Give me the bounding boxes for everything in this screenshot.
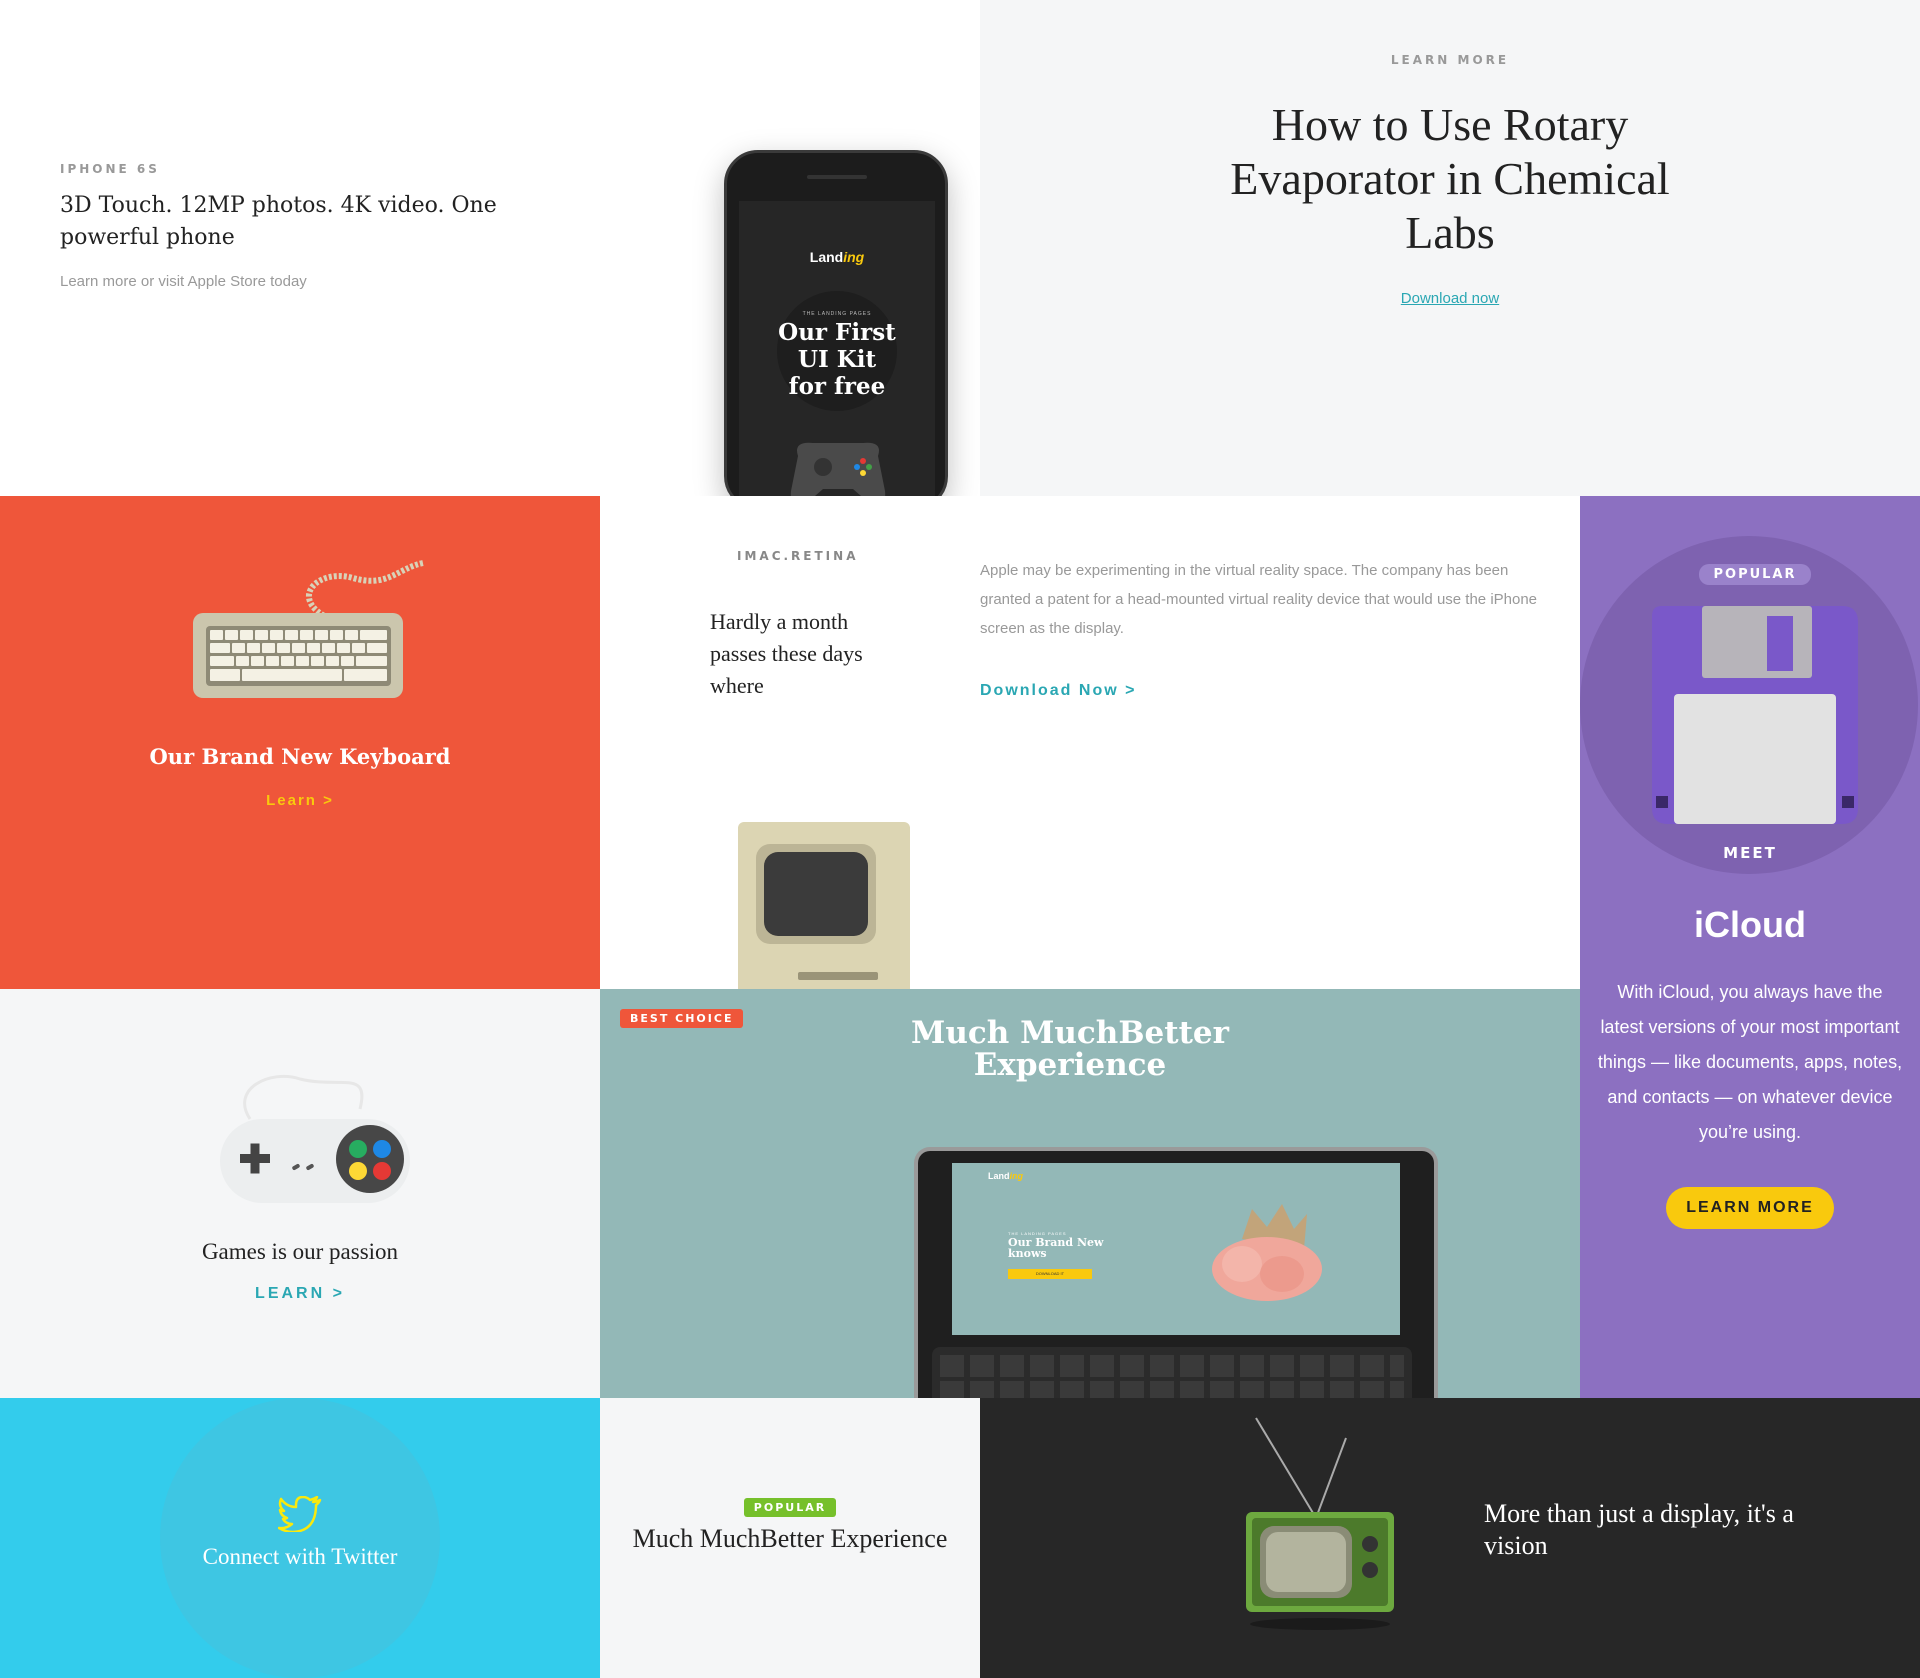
icloud-badge-wrap: POPULAR [1695, 564, 1815, 585]
games-card: Games is our passion LEARN > [0, 989, 600, 1398]
icloud-button-wrap: LEARN MORE [1580, 1187, 1920, 1229]
icloud-card: POPULAR MEET iCloud With iCloud, you alw… [1580, 496, 1920, 1398]
ipad-screen: Landing THE LANDING PAGES Our Brand New … [952, 1163, 1400, 1335]
games-title: Games is our passion [201, 1239, 399, 1264]
headline-line-1: Our First [778, 319, 896, 346]
gamepad-icon [790, 442, 886, 496]
icloud-eyebrow: MEET [1723, 844, 1777, 862]
iphone-card: IPHONE 6S 3D Touch. 12MP photos. 4K vide… [0, 0, 980, 496]
ipad-device: Landing THE LANDING PAGES Our Brand New … [914, 1147, 1438, 1398]
twitter-icon [278, 1496, 322, 1532]
tv-card: More than just a display, it's a vision [980, 1398, 1920, 1678]
twitter-title: Connect with Twitter [202, 1544, 398, 1569]
keyboard-card: Our Brand New Keyboard Learn > [0, 496, 600, 989]
iphone-screen-brand: Landing [739, 249, 935, 265]
twitter-circle [160, 1398, 440, 1678]
iphone-eyebrow: IPHONE 6S [60, 162, 160, 176]
popular-card: POPULAR Much MuchBetter Experience [600, 1398, 980, 1678]
floppy-disk-icon [1652, 606, 1858, 824]
ipad-screen-brand: Landing [988, 1171, 1023, 1181]
article-title: How to Use Rotary Evaporator in Chemical… [1230, 99, 1670, 258]
keyboard-learn-link[interactable]: Learn > [0, 792, 600, 809]
popular-title: Much MuchBetter Experience [632, 1524, 948, 1553]
ipad-screen-headline: Our Brand New knows [1008, 1236, 1104, 1260]
games-learn-link[interactable]: LEARN > [0, 1285, 600, 1303]
gamepad-icon [220, 1074, 410, 1203]
ipad-brand-prefix: Land [988, 1171, 1010, 1181]
popular-badge: POPULAR [743, 1498, 837, 1517]
iphone-title: 3D Touch. 12MP photos. 4K video. One pow… [60, 193, 497, 250]
icloud-body: With iCloud, you always have the latest … [1597, 982, 1903, 1142]
tv-title: More than just a display, it's a vision [1484, 1499, 1794, 1560]
icloud-title: iCloud [1694, 904, 1806, 945]
iphone-screen-tagline: THE LANDING PAGES [802, 311, 872, 317]
brand-prefix: Land [809, 249, 844, 265]
best-choice-card: BEST CHOICE Much MuchBetter Experience L… [600, 989, 1580, 1398]
best-choice-badge: BEST CHOICE [620, 1009, 744, 1028]
imac-eyebrow: IMAC.RETINA [737, 549, 859, 563]
brand-suffix: ing [843, 249, 865, 265]
headline-line-3: for free [788, 373, 886, 400]
icloud-badge: POPULAR [1699, 564, 1811, 585]
iphone-screen: Landing THE LANDING PAGES Our First UI K… [739, 201, 935, 496]
imac-card: IMAC.RETINA Hardly a month passes these … [600, 496, 1580, 989]
ipad-screen-button: DOWNLOAD IT [1008, 1269, 1092, 1279]
keyboard-title: Our Brand New Keyboard [149, 744, 451, 769]
headline-line-2: UI Kit [797, 346, 877, 373]
ipad-brand-suffix: ing [1009, 1171, 1024, 1181]
article-card: LEARN MORE How to Use Rotary Evaporator … [980, 0, 1920, 496]
ipad-keyboard [932, 1347, 1412, 1398]
best-title: Much MuchBetter Experience [911, 1015, 1229, 1083]
best-badge-wrap: BEST CHOICE [620, 1009, 744, 1028]
popular-badge-wrap: POPULAR [600, 1498, 980, 1517]
iphone-subtitle: Learn more or visit Apple Store today [60, 273, 307, 290]
iphone-device: Landing THE LANDING PAGES Our First UI K… [724, 150, 948, 496]
imac-title: Hardly a month passes these days where [710, 609, 863, 698]
tv-icon [1246, 1417, 1394, 1630]
keyboard-icon [193, 560, 424, 698]
twitter-card[interactable]: Connect with Twitter [0, 1398, 600, 1678]
brain-crown-icon [1212, 1204, 1322, 1301]
iphone-screen-headline: Our First UI Kit for free [739, 319, 935, 400]
imac-download-link[interactable]: Download Now > [980, 682, 1136, 700]
learn-more-button[interactable]: LEARN MORE [1666, 1187, 1834, 1229]
keyboard-keys-2 [940, 1381, 1404, 1398]
iphone-speaker [807, 175, 867, 179]
macintosh-icon [738, 822, 910, 989]
imac-body: Apple may be experimenting in the virtua… [980, 562, 1538, 637]
article-eyebrow: LEARN MORE [1390, 53, 1510, 67]
download-now-link[interactable]: Download now [980, 290, 1920, 307]
keyboard-keys [940, 1355, 1404, 1377]
